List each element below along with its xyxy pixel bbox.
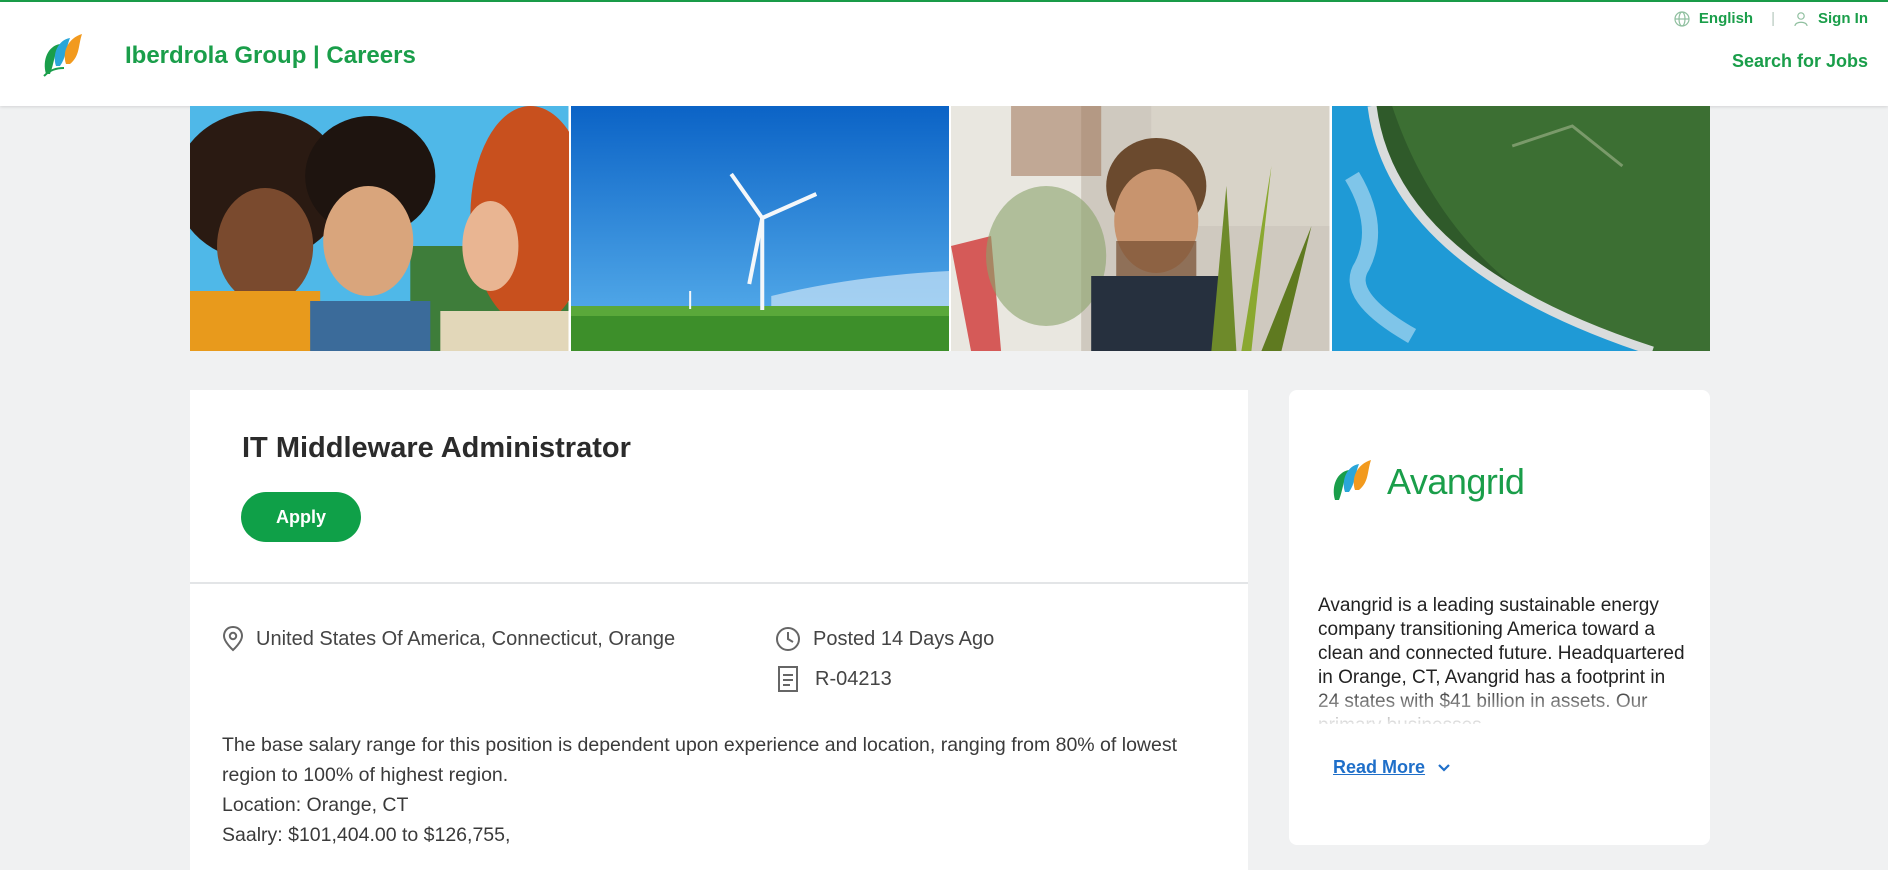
avangrid-logo-icon bbox=[1333, 460, 1371, 500]
job-posted-date: Posted 14 Days Ago bbox=[775, 626, 994, 652]
description-salary-note: The base salary range for this position … bbox=[222, 734, 1178, 786]
about-text-fade bbox=[1318, 686, 1690, 726]
sign-in-link[interactable]: Sign In bbox=[1793, 10, 1868, 27]
job-detail-card: IT Middleware Administrator Apply United… bbox=[190, 390, 1248, 870]
iberdrola-logo-icon[interactable] bbox=[40, 30, 88, 78]
brand-title[interactable]: Iberdrola Group | Careers bbox=[125, 42, 416, 70]
people-smiling-image bbox=[190, 106, 569, 351]
clock-icon bbox=[776, 627, 800, 651]
man-with-plant-image bbox=[951, 106, 1330, 351]
requisition-text: R-04213 bbox=[815, 667, 892, 690]
company-card: Avangrid Avangrid is a leading sustainab… bbox=[1289, 390, 1710, 845]
location-pin-icon bbox=[222, 626, 244, 652]
apply-button[interactable]: Apply bbox=[241, 492, 361, 542]
chevron-down-icon bbox=[1438, 763, 1450, 772]
sign-in-label: Sign In bbox=[1818, 10, 1868, 27]
posted-text: Posted 14 Days Ago bbox=[813, 627, 995, 650]
site-header: Iberdrola Group | Careers English | Sign… bbox=[0, 2, 1888, 106]
avangrid-logo-text: Avangrid bbox=[1387, 461, 1525, 502]
search-jobs-link[interactable]: Search for Jobs bbox=[1732, 51, 1868, 72]
language-label: English bbox=[1698, 10, 1754, 27]
language-selector[interactable]: English bbox=[1674, 10, 1753, 27]
hero-banner bbox=[190, 106, 1710, 351]
document-icon bbox=[778, 666, 798, 692]
location-text: United States Of America, Connecticut, O… bbox=[256, 627, 676, 650]
description-location: Location: Orange, CT bbox=[222, 794, 409, 816]
wind-turbine-image bbox=[570, 106, 949, 351]
dam-reservoir-image bbox=[1331, 106, 1710, 351]
read-more-link[interactable]: Read More bbox=[1333, 757, 1451, 778]
utility-separator: | bbox=[1771, 10, 1775, 27]
read-more-label: Read More bbox=[1333, 757, 1426, 777]
description-salary: Saalry: $101,404.00 to $126,755, bbox=[222, 824, 511, 846]
avangrid-logo: Avangrid bbox=[1331, 452, 1531, 504]
user-icon bbox=[1794, 11, 1808, 26]
section-divider bbox=[190, 582, 1248, 584]
job-description: The base salary range for this position … bbox=[222, 730, 1222, 850]
globe-icon bbox=[1674, 10, 1690, 27]
job-requisition-id: R-04213 bbox=[778, 666, 892, 692]
utility-nav: English | Sign In bbox=[1674, 10, 1868, 27]
job-title: IT Middleware Administrator bbox=[242, 432, 631, 464]
job-location: United States Of America, Connecticut, O… bbox=[222, 626, 675, 652]
